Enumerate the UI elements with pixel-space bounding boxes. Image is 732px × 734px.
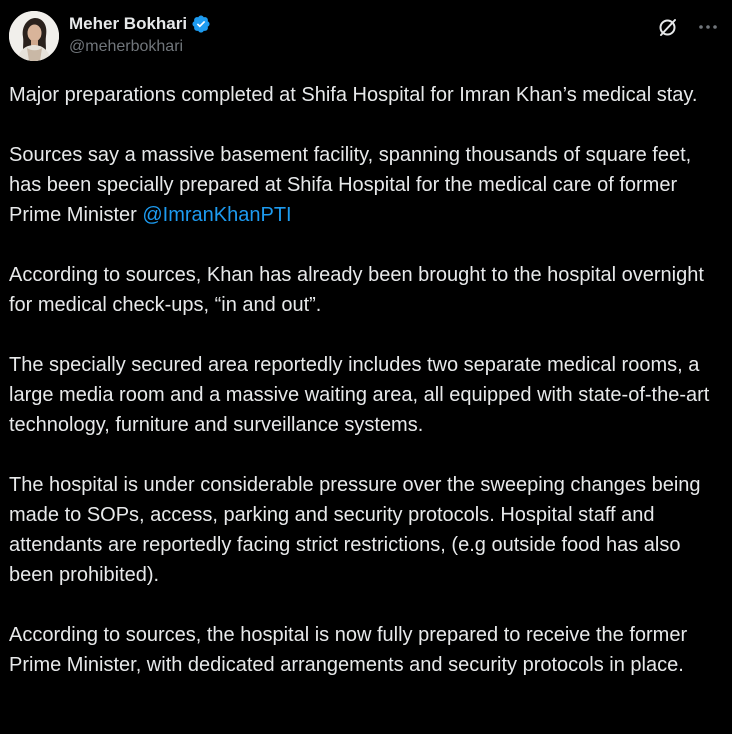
avatar[interactable] (9, 11, 59, 61)
avatar-image (9, 11, 59, 61)
paragraph-2: Sources say a massive basement facility,… (9, 140, 721, 230)
paragraph-6: According to sources, the hospital is no… (9, 624, 688, 676)
paragraph-3: According to sources, Khan has already b… (9, 264, 704, 316)
paragraph-2-text: Sources say a massive basement facility,… (9, 144, 692, 226)
tweet-post: Meher Bokhari @meherbokhari Major prepar… (0, 0, 732, 734)
more-icon[interactable] (696, 15, 720, 39)
author-handle[interactable]: @meherbokhari (69, 38, 211, 56)
verified-badge-icon[interactable] (191, 14, 211, 34)
grok-icon[interactable] (656, 15, 680, 39)
paragraph-4: The specially secured area reportedly in… (9, 354, 710, 436)
tweet-text: Major preparations completed at Shifa Ho… (9, 80, 721, 710)
paragraph-5: The hospital is under considerable press… (9, 474, 701, 586)
display-name[interactable]: Meher Bokhari (69, 14, 187, 34)
tweet-header: Meher Bokhari @meherbokhari (9, 11, 720, 63)
display-name-row: Meher Bokhari (69, 13, 211, 35)
paragraph-1: Major preparations completed at Shifa Ho… (9, 84, 698, 106)
mention-link[interactable]: @ImranKhanPTI (142, 204, 291, 226)
header-actions (656, 15, 720, 39)
author-names: Meher Bokhari @meherbokhari (69, 13, 211, 56)
